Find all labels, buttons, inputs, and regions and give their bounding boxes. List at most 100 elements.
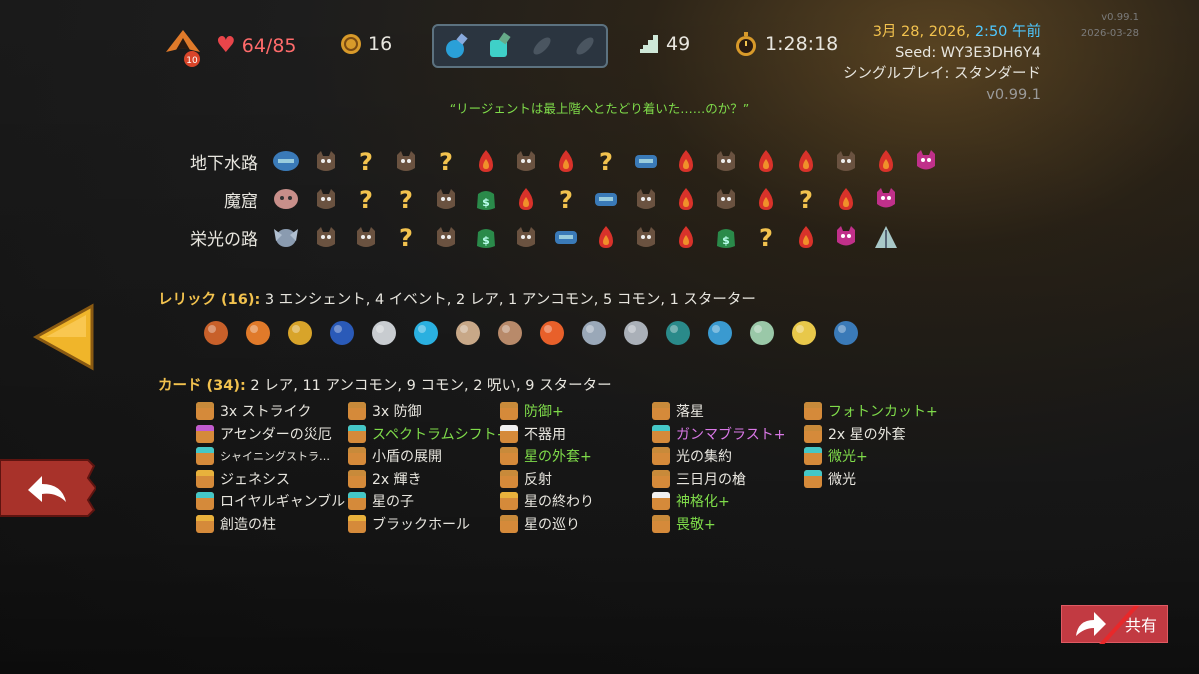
- elite-node-icon[interactable]: [826, 184, 866, 214]
- teacup-icon[interactable]: [450, 314, 486, 350]
- card-entry[interactable]: 3x 防御: [348, 400, 500, 423]
- card-entry[interactable]: 防御+: [500, 400, 652, 423]
- card-entry[interactable]: 創造の柱: [196, 513, 348, 536]
- card-entry[interactable]: ガンマブラスト+: [652, 423, 804, 446]
- card-entry[interactable]: 3x ストライク: [196, 400, 348, 423]
- share-button[interactable]: 共有: [1061, 605, 1168, 644]
- monster-node-icon[interactable]: [626, 222, 666, 252]
- shop-node-icon[interactable]: [546, 222, 586, 252]
- card-entry[interactable]: シャイニングストラ…: [196, 445, 348, 468]
- firework-icon[interactable]: [534, 314, 570, 350]
- card-name: 星の巡り: [524, 516, 580, 533]
- shop-node-icon[interactable]: [586, 184, 626, 214]
- unknown-node-icon[interactable]: ?: [386, 184, 426, 214]
- anchor-icon[interactable]: [828, 314, 864, 350]
- card-entry[interactable]: 反射: [500, 468, 652, 491]
- snail-icon[interactable]: [492, 314, 528, 350]
- card-entry[interactable]: 畏敬+: [652, 513, 804, 536]
- floor-value: 49: [666, 33, 691, 55]
- teapot-icon[interactable]: [744, 314, 780, 350]
- monster-node-icon[interactable]: [306, 146, 346, 176]
- blue-flame-icon[interactable]: [408, 314, 444, 350]
- unknown-node-icon[interactable]: ?: [426, 146, 466, 176]
- card-entry[interactable]: 星の巡り: [500, 513, 652, 536]
- elite-node-icon[interactable]: [546, 146, 586, 176]
- unknown-node-icon[interactable]: ?: [386, 222, 426, 252]
- chandelier-icon[interactable]: [618, 314, 654, 350]
- monster-node-icon[interactable]: [706, 146, 746, 176]
- elite-node-icon[interactable]: [666, 222, 706, 252]
- card-entry[interactable]: 不器用: [500, 423, 652, 446]
- treasure-node-icon[interactable]: $: [466, 184, 506, 214]
- unknown-node-icon[interactable]: ?: [346, 184, 386, 214]
- treasure-node-icon[interactable]: $: [706, 222, 746, 252]
- elite-node-icon[interactable]: [666, 184, 706, 214]
- elite-node-icon[interactable]: [746, 184, 786, 214]
- previous-run-arrow-icon[interactable]: [32, 302, 96, 372]
- blue-lotus-icon[interactable]: [324, 314, 360, 350]
- card-entry[interactable]: ロイヤルギャンブル: [196, 490, 348, 513]
- chest-icon[interactable]: [660, 314, 696, 350]
- elite-node-icon[interactable]: [786, 222, 826, 252]
- crown-icon[interactable]: [282, 314, 318, 350]
- monster-node-icon[interactable]: [306, 184, 346, 214]
- card-entry[interactable]: フォトンカット+: [804, 400, 956, 423]
- unknown-node-icon[interactable]: ?: [546, 184, 586, 214]
- flower-pot-icon[interactable]: [786, 314, 822, 350]
- card-entry[interactable]: 2x 星の外套: [804, 423, 956, 446]
- monster-node-icon[interactable]: [506, 222, 546, 252]
- anchor-icon[interactable]: [702, 314, 738, 350]
- monster-node-icon[interactable]: [426, 184, 466, 214]
- monster-node-icon[interactable]: [506, 146, 546, 176]
- elite-node-icon[interactable]: [866, 146, 906, 176]
- card-entry[interactable]: 落星: [652, 400, 804, 423]
- elite-node-icon[interactable]: [506, 184, 546, 214]
- stone-icon[interactable]: [366, 314, 402, 350]
- card-entry[interactable]: 光の集約: [652, 445, 804, 468]
- boss-node-icon[interactable]: [826, 222, 866, 252]
- card-entry[interactable]: アセンダーの災厄: [196, 423, 348, 446]
- card-icon: [500, 402, 518, 421]
- elite-node-icon[interactable]: [746, 146, 786, 176]
- monster-node-icon[interactable]: [346, 222, 386, 252]
- card-entry[interactable]: 星の外套+: [500, 445, 652, 468]
- boss-node-icon[interactable]: [906, 146, 946, 176]
- boss2-node-icon[interactable]: [866, 222, 906, 252]
- elite-node-icon[interactable]: [786, 146, 826, 176]
- unknown-node-icon[interactable]: ?: [786, 184, 826, 214]
- monster-node-icon[interactable]: [826, 146, 866, 176]
- elite-node-icon[interactable]: [466, 146, 506, 176]
- card-entry[interactable]: 2x 輝き: [348, 468, 500, 491]
- card-entry[interactable]: ジェネシス: [196, 468, 348, 491]
- monster-node-icon[interactable]: [626, 184, 666, 214]
- card-entry[interactable]: 神格化+: [652, 490, 804, 513]
- back-button[interactable]: [0, 458, 96, 518]
- card-entry[interactable]: 微光: [804, 468, 956, 491]
- elite-node-icon[interactable]: [666, 146, 706, 176]
- card-entry[interactable]: 星の終わり: [500, 490, 652, 513]
- card-entry[interactable]: 小盾の展開: [348, 445, 500, 468]
- monster-node-icon[interactable]: [386, 146, 426, 176]
- monster-node-icon[interactable]: [306, 222, 346, 252]
- treasure-node-icon[interactable]: $: [466, 222, 506, 252]
- monster-node-icon[interactable]: [426, 222, 466, 252]
- compass-icon[interactable]: [576, 314, 612, 350]
- monster-node-icon[interactable]: [706, 184, 746, 214]
- card-entry[interactable]: 三日月の槍: [652, 468, 804, 491]
- shop-node-icon[interactable]: [626, 146, 666, 176]
- campfire-rock-icon[interactable]: [198, 314, 234, 350]
- gold-display: 16: [340, 33, 392, 55]
- card-entry[interactable]: 微光+: [804, 445, 956, 468]
- orange-horn-icon[interactable]: [240, 314, 276, 350]
- stairs-icon: [640, 35, 658, 53]
- cyan-potion-icon[interactable]: [485, 32, 513, 60]
- unknown-node-icon[interactable]: ?: [346, 146, 386, 176]
- card-entry[interactable]: スペクトラムシフト+: [348, 423, 500, 446]
- card-entry[interactable]: 星の子: [348, 490, 500, 513]
- card-entry[interactable]: ブラックホール: [348, 513, 500, 536]
- blue-potion-icon[interactable]: [442, 32, 470, 60]
- unknown-node-icon[interactable]: ?: [746, 222, 786, 252]
- unknown-node-icon[interactable]: ?: [586, 146, 626, 176]
- elite-node-icon[interactable]: [586, 222, 626, 252]
- boss-node-icon[interactable]: [866, 184, 906, 214]
